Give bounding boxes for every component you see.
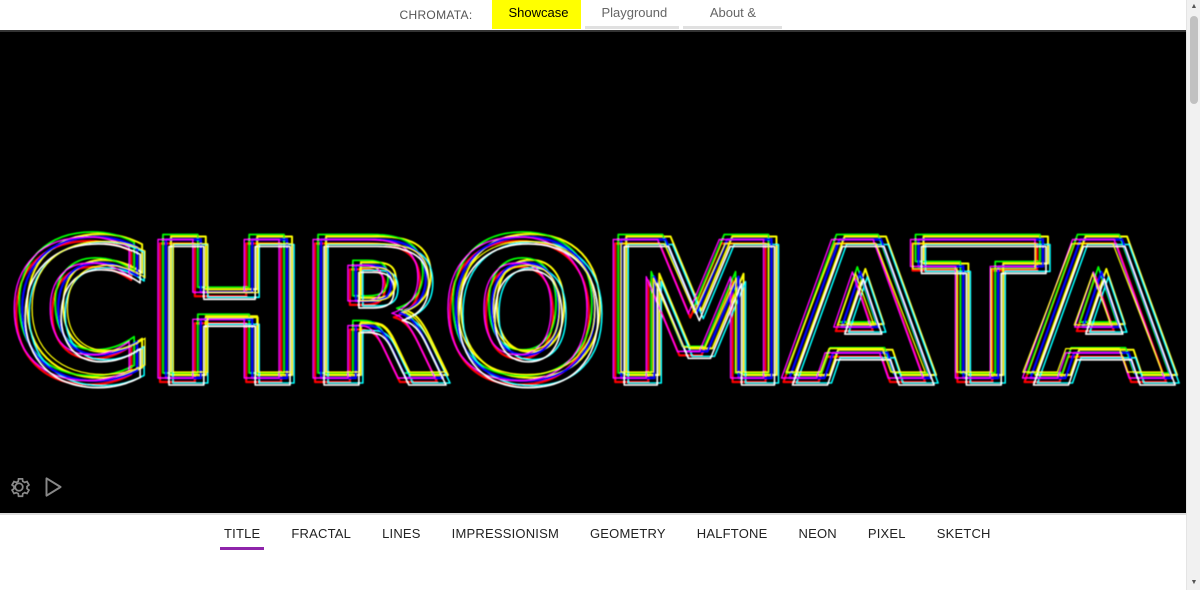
- tab-about-api[interactable]: About & API: [683, 0, 783, 46]
- preset-tab-lines[interactable]: LINES: [378, 525, 425, 550]
- play-icon[interactable]: [40, 474, 66, 500]
- preset-tabs: TITLE FRACTAL LINES IMPRESSIONISM GEOMET…: [220, 525, 1018, 550]
- title-inner-layer: CHROMATA: [23, 209, 1163, 414]
- preset-navigation: TITLE FRACTAL LINES IMPRESSIONISM GEOMET…: [0, 513, 1186, 590]
- tab-playground[interactable]: Playground: [585, 0, 680, 29]
- scroll-up-arrow-icon[interactable]: ▲: [1187, 0, 1200, 14]
- preset-tab-impressionism[interactable]: IMPRESSIONISM: [448, 525, 563, 550]
- scroll-down-arrow-icon[interactable]: ▼: [1187, 576, 1200, 590]
- preset-tab-fractal[interactable]: FRACTAL: [287, 525, 355, 550]
- top-navigation: CHROMATA: Showcase Playground About & AP…: [0, 0, 1186, 46]
- preset-tab-halftone[interactable]: HALFTONE: [693, 525, 772, 550]
- preset-tab-neon[interactable]: NEON: [794, 525, 840, 550]
- brand-label: CHROMATA:: [399, 8, 473, 22]
- tab-showcase[interactable]: Showcase: [492, 0, 582, 29]
- artwork-canvas[interactable]: CHROMATA CHROMATA CHROMATA CHROMATA CHROMATA…: [0, 30, 1186, 513]
- canvas-controls: [6, 474, 66, 500]
- preset-tab-pixel[interactable]: PIXEL: [864, 525, 910, 550]
- chromata-title-art: CHROMATACHROMATACHROMATACHROMATACHROMATA…: [4, 196, 1181, 431]
- gear-icon[interactable]: [6, 474, 32, 500]
- page-scrollbar[interactable]: ▲ ▼: [1186, 0, 1200, 590]
- scrollbar-thumb[interactable]: [1190, 16, 1198, 104]
- preset-tab-title[interactable]: TITLE: [220, 525, 265, 550]
- preset-tab-geometry[interactable]: GEOMETRY: [586, 525, 670, 550]
- preset-tab-sketch[interactable]: SKETCH: [933, 525, 995, 550]
